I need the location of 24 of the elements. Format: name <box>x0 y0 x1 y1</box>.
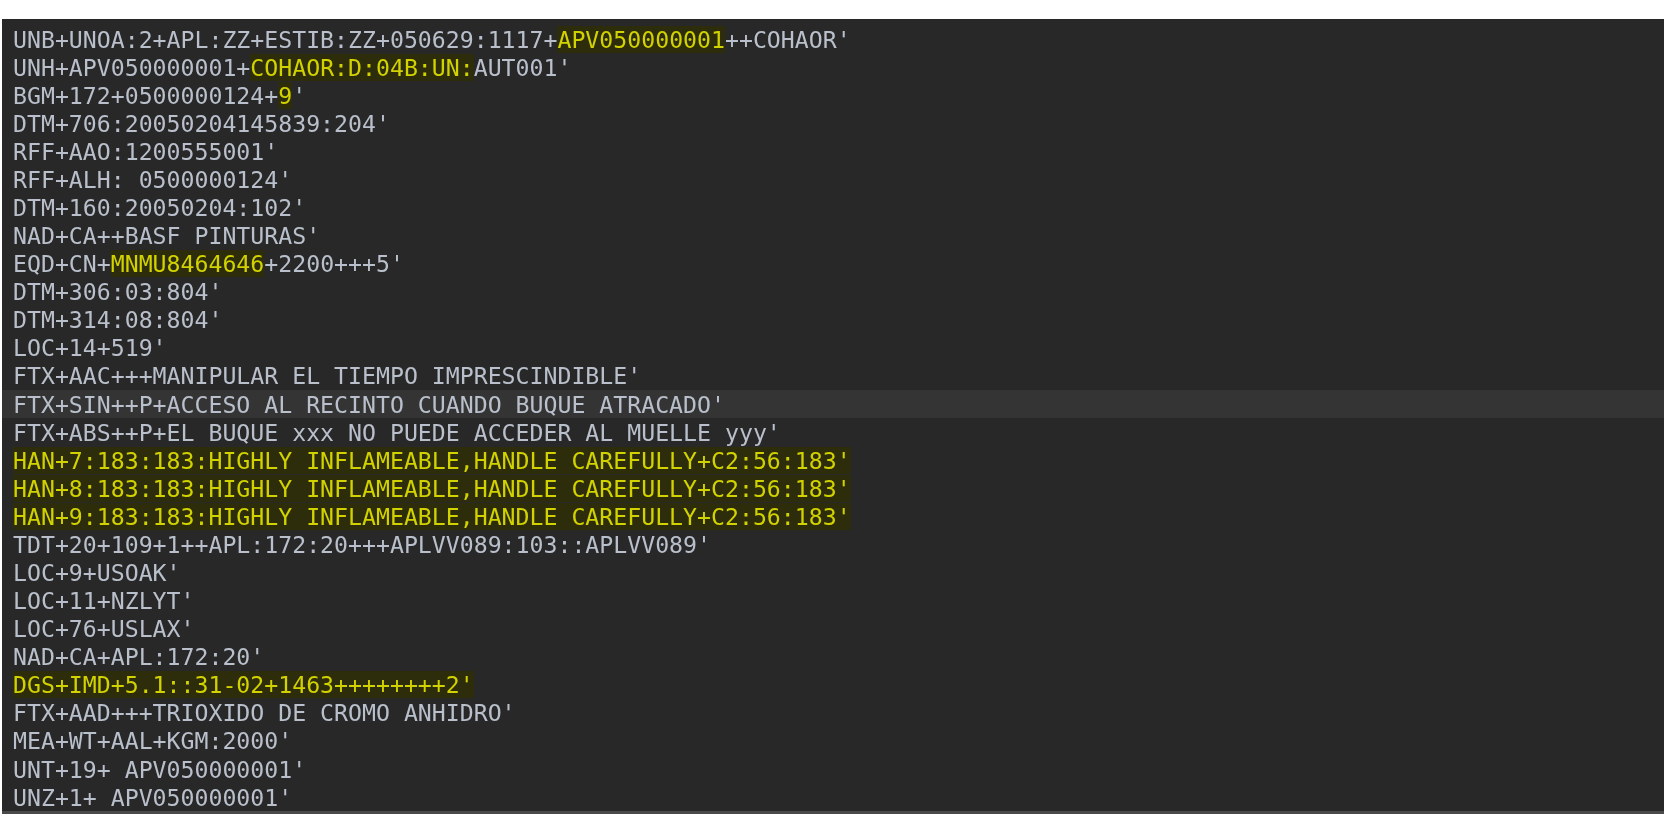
code-line: EQD+CN+MNMU8464646+2200+++5' <box>13 250 404 278</box>
code-line: DTM+314:08:804' <box>13 306 223 334</box>
code-line: MEA+WT+AAL+KGM:2000' <box>13 727 293 755</box>
code-line: DTM+306:03:804' <box>13 278 223 306</box>
code-line: FTX+AAC+++MANIPULAR EL TIEMPO IMPRESCINDIBLE' <box>13 362 642 390</box>
code-line: UNZ+1+ APV050000001' <box>13 783 293 811</box>
code-line: FTX+ABS++P+EL BUQUE xxx NO PUEDE ACCEDER AL MUELLE yyy' <box>13 418 781 446</box>
code-line: NAD+CA++BASF PINTURAS' <box>13 222 321 250</box>
code-line: FTX+SIN++P+ACCESO AL RECINTO CUANDO BUQUE ATRACADO' <box>13 390 725 418</box>
code-line: FTX+AAD+++TRIOXIDO DE CROMO ANHIDRO' <box>13 699 516 727</box>
code-line: RFF+AAO:1200555001' <box>13 137 279 165</box>
code-line: UNH+APV050000001+COHAOR:D:04B:UN:AUT001' <box>13 53 572 81</box>
code-line: NAD+CA+APL:172:20' <box>13 643 265 671</box>
code-line: LOC+11+NZLYT' <box>13 587 195 615</box>
code-line: BGM+172+0500000124+9' <box>13 81 307 109</box>
code-line: TDT+20+109+1++APL:172:20+++APLVV089:103::APLVV089' <box>13 530 711 558</box>
code-line: DTM+706:20050204145839:204' <box>13 109 390 137</box>
code-line: LOC+14+519' <box>13 334 167 362</box>
code-line: DTM+160:20050204:102' <box>13 194 307 221</box>
code-line: LOC+76+USLAX' <box>13 615 195 643</box>
code-line: RFF+ALH: 0500000124' <box>13 165 293 193</box>
code-line: UNT+19+ APV050000001' <box>13 755 307 783</box>
code-line: LOC+9+USOAK' <box>13 559 181 586</box>
code-line: UNB+UNOA:2+APL:ZZ+ESTIB:ZZ+050629:1117+APV050000001++COHAOR' <box>13 25 851 53</box>
